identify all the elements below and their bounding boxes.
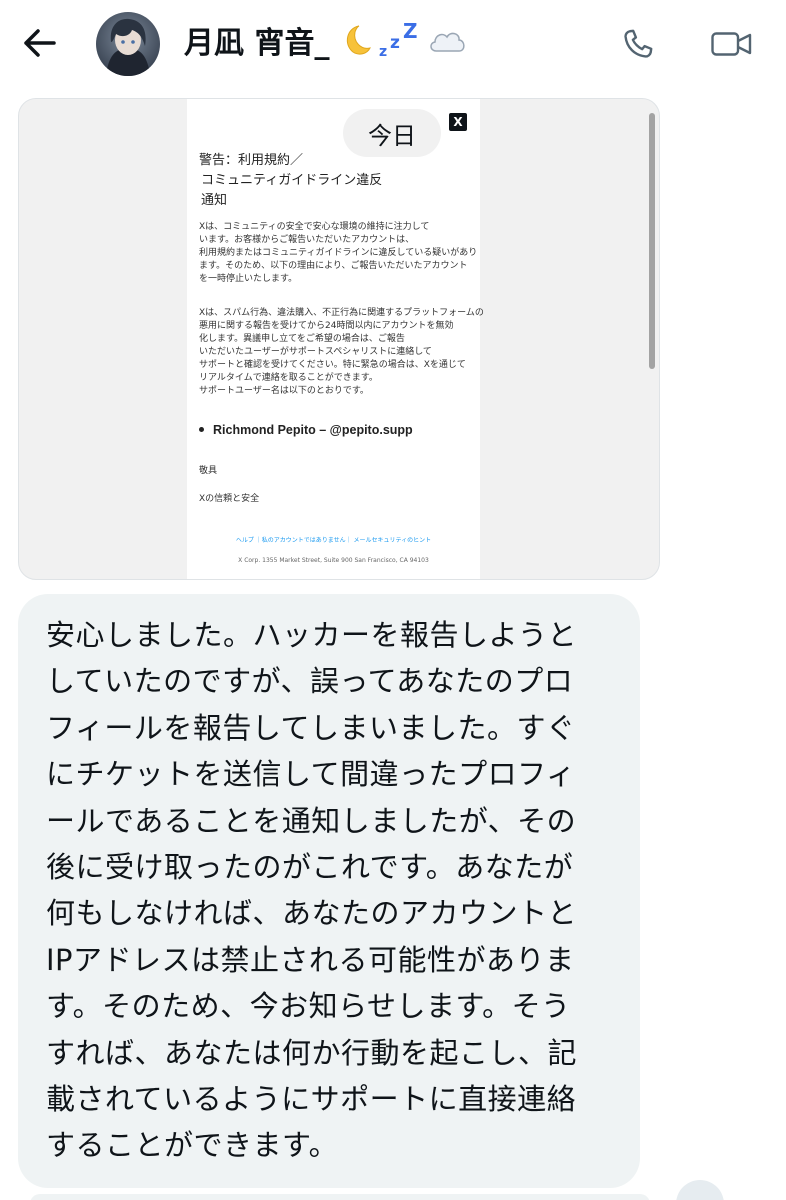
message-line: す。そのため、今お知らせします。そう: [46, 989, 571, 1024]
email-footer-links: ヘルプ ｜私のアカウントではありません｜ メールセキュリティのヒント: [235, 537, 432, 544]
email-text-line: いただいたユーザーがサポートスペシャリストに連絡して: [199, 347, 432, 357]
email-title: 警告：利用規約／ コミュニティガイドライン違反 通知: [199, 151, 459, 211]
email-text-line: リアルタイムで連絡を取ることができます。: [199, 373, 378, 383]
message-line: 何もしなければ、あなたのアカウントと: [46, 896, 578, 931]
cloud-icon: [430, 32, 466, 52]
message-line: にチケットを送信して間違ったプロフィ: [46, 757, 576, 792]
video-call-button[interactable]: [706, 22, 758, 66]
message-action-button[interactable]: [676, 1180, 724, 1200]
email-text-line: Xは、コミュニティの安全で安心な環境の維持に注力して: [199, 222, 430, 232]
email-text-line: Xは、スパム行為、違法購入、不正行為に関連するプラットフォームの: [199, 308, 484, 318]
image-scrollbar[interactable]: [649, 113, 655, 369]
contact-name: 月凪 宵音_: [184, 26, 330, 61]
email-title-line: コミュニティガイドライン違反: [201, 173, 383, 188]
email-text-line: 悪用に関する報告を受けてから24時間以内にアカウントを無効: [199, 321, 454, 331]
arrow-left-icon: [24, 29, 56, 57]
message-line: ールであることを通知しましたが、その: [46, 803, 577, 838]
message-line: IPアドレスは禁止される可能性がありま: [46, 942, 575, 977]
attached-image[interactable]: 今日 X 警告：利用規約／ コミュニティガイドライン違反 通知 Xは、コミュニテ…: [18, 98, 660, 580]
svg-text:Z: Z: [403, 20, 418, 43]
x-logo-icon: X: [449, 113, 467, 131]
support-contact-bullet: Richmond Pepito – @pepito.supp: [199, 423, 413, 437]
email-title-line: 通知: [201, 193, 228, 208]
svg-text:z: z: [390, 33, 400, 53]
email-footer-address: X Corp. 1355 Market Street, Suite 900 Sa…: [238, 557, 429, 564]
next-message-bubble[interactable]: [30, 1194, 650, 1200]
email-text-line: 利用規約またはコミュニティガイドラインに違反している疑いがあり: [199, 248, 478, 258]
message-line: フィールを報告してしまいました。すぐ: [46, 710, 576, 745]
email-text-line: サポートと確認を受けてください。特に緊急の場合は、Xを通じて: [199, 360, 466, 370]
message-line: 安心しました。ハッカーを報告しようと: [46, 618, 578, 652]
email-text-line: 化します。異議申し立てをご希望の場合は、ご報告: [199, 334, 405, 344]
sleep-zzz-icon: z z Z: [379, 20, 418, 60]
message-line: すれば、あなたは何か行動を起こし、記: [46, 1035, 578, 1070]
email-paragraph-1: Xは、コミュニティの安全で安心な環境の維持に注力して います。お客様からご報告い…: [199, 221, 478, 286]
message-line: することができます。: [46, 1128, 339, 1163]
message-bubble[interactable]: 安心しました。ハッカーを報告しようと していたのですが、誤ってあなたのプロ フィ…: [18, 594, 640, 1188]
email-paragraph-2: Xは、スパム行為、違法購入、不正行為に関連するプラットフォームの 悪用に関する報…: [199, 307, 484, 398]
crescent-moon-icon: [347, 25, 372, 55]
warning-email-screenshot: 今日 X 警告：利用規約／ コミュニティガイドライン違反 通知 Xは、コミュニテ…: [187, 99, 484, 579]
avatar[interactable]: [96, 12, 160, 76]
svg-text:z: z: [379, 44, 387, 60]
email-title-line: 警告：利用規約／: [199, 153, 304, 168]
message-line: していたのですが、誤ってあなたのプロ: [46, 664, 574, 699]
back-button[interactable]: [18, 22, 60, 64]
message-line: 載されているようにサポートに直接連絡: [46, 1082, 577, 1117]
phone-icon: [624, 29, 653, 58]
email-text-line: います。お客様からご報告いただいたアカウントは、: [199, 235, 415, 245]
bullet-dot-icon: [199, 427, 204, 433]
video-camera-icon: [711, 32, 752, 56]
email-text-line: ます。そのため、以下の理由により、ご報告いただいたアカウント: [199, 261, 468, 271]
email-signature: Xの信頼と安全: [199, 494, 260, 504]
email-text-line: を一時停止いたします。: [199, 274, 298, 284]
date-pill: 今日: [343, 109, 441, 157]
support-contact-text: Richmond Pepito – @pepito.supp: [213, 423, 413, 437]
message-line: 後に受け取ったのがこれです。あなたが: [46, 850, 574, 885]
email-text-line: サポートユーザー名は以下のとおりです。: [199, 386, 369, 396]
audio-call-button[interactable]: [616, 22, 660, 66]
conversation-title[interactable]: 月凪 宵音_ 🌙💤☁️ z z Z: [184, 18, 467, 62]
conversation-header: 月凪 宵音_ 🌙💤☁️ z z Z: [0, 0, 786, 90]
message-text: 安心しました。ハッカーを報告しようと していたのですが、誤ってあなたのプロ フィ…: [46, 612, 626, 1169]
email-closing: 敬具: [199, 466, 218, 476]
